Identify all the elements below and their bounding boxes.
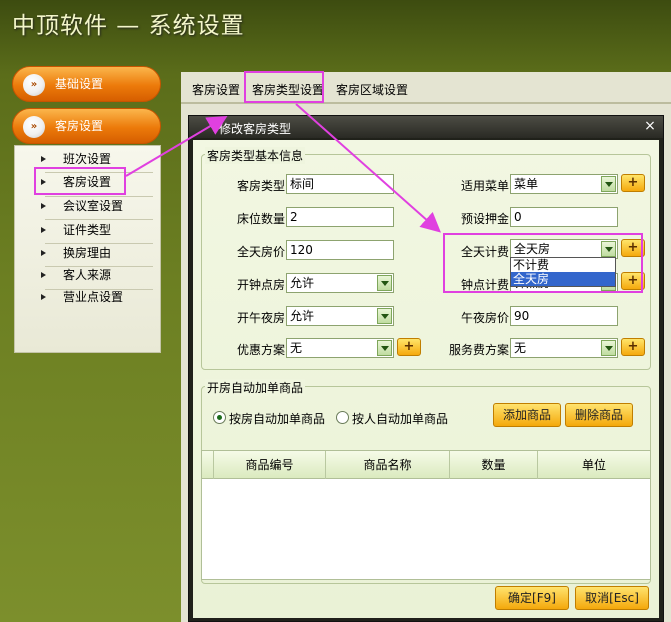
triangle-right-icon	[41, 294, 46, 300]
triangle-right-icon	[41, 272, 46, 278]
table-header: 商品编号 商品名称 数量 单位	[202, 451, 650, 479]
chevron-down-icon[interactable]	[601, 176, 616, 192]
add-discount-button[interactable]: +	[397, 338, 421, 356]
bed-count-label: 床位数量	[236, 212, 285, 226]
full-day-price-label: 全天房价	[236, 245, 285, 259]
column-header[interactable]: 单位	[538, 451, 650, 479]
hourly-room-select[interactable]: 允许	[286, 273, 394, 293]
delete-product-button[interactable]: 删除商品	[565, 403, 633, 427]
auto-add-products-table[interactable]: 商品编号 商品名称 数量 单位	[201, 450, 651, 580]
double-chevron-icon: »	[23, 74, 45, 96]
add-product-button[interactable]: 添加商品	[493, 403, 561, 427]
submenu-label: 营业点设置	[63, 290, 124, 304]
room-type-label: 客房类型	[236, 179, 285, 193]
column-header[interactable]: 数量	[450, 451, 538, 479]
room-type-input[interactable]: 标间	[286, 174, 394, 194]
discount-value: 无	[290, 341, 303, 355]
radio-by-room-label: 按房自动加单商品	[229, 412, 326, 426]
menu-select-value: 菜单	[514, 177, 539, 191]
annotation-box-tab	[244, 71, 324, 103]
service-fee-label: 服务费方案	[448, 343, 509, 357]
bed-count-input[interactable]: 2	[286, 207, 394, 227]
app-title: 中顶软件 — 系统设置	[12, 13, 245, 39]
menu-basic-settings[interactable]: » 基础设置	[12, 66, 161, 102]
full-day-price-input[interactable]: 120	[286, 240, 394, 260]
submenu-label: 换房理由	[63, 246, 112, 260]
dialog-titlebar: 修改客房类型 ×	[189, 116, 663, 138]
hourly-room-value: 允许	[290, 276, 315, 290]
triangle-right-icon	[41, 250, 46, 256]
hourly-room-label: 开钟点房	[236, 278, 285, 292]
discount-label: 优惠方案	[236, 343, 285, 357]
triangle-right-icon	[41, 156, 46, 162]
midnight-price-input[interactable]: 90	[510, 306, 618, 326]
basic-info-group-title: 客房类型基本信息	[205, 147, 306, 164]
midnight-price-label: 午夜房价	[460, 311, 509, 325]
add-service-fee-button[interactable]: +	[621, 338, 645, 356]
submenu-item-room-change-reasons[interactable]: 换房理由	[41, 242, 151, 264]
submenu-item-meeting-rooms[interactable]: 会议室设置	[41, 195, 151, 217]
submenu-label: 会议室设置	[63, 199, 124, 213]
row-selector-header	[202, 451, 214, 479]
column-header[interactable]: 商品编号	[214, 451, 326, 479]
chevron-down-icon[interactable]	[377, 308, 392, 324]
service-fee-value: 无	[514, 341, 527, 355]
midnight-room-label: 开午夜房	[236, 311, 285, 325]
tab-room-settings[interactable]: 客房设置	[192, 78, 240, 102]
submenu-label: 证件类型	[63, 223, 112, 237]
radio-by-person[interactable]	[336, 411, 349, 424]
deposit-label: 预设押金	[460, 212, 509, 226]
dialog-body: 客房类型基本信息 客房类型 标间 适用菜单 菜单 + 床位数量 2 预设押金 0…	[193, 140, 659, 618]
discount-select[interactable]: 无	[286, 338, 394, 358]
midnight-room-value: 允许	[290, 309, 315, 323]
menu-room-settings-label: 客房设置	[55, 119, 104, 133]
menu-room-settings[interactable]: » 客房设置	[12, 108, 161, 144]
submenu-label: 客人来源	[63, 268, 112, 282]
menu-label: 适用菜单	[460, 179, 509, 193]
midnight-room-select[interactable]: 允许	[286, 306, 394, 326]
triangle-right-icon	[41, 227, 46, 233]
chevron-down-icon[interactable]	[377, 275, 392, 291]
tab-room-area-settings[interactable]: 客房区域设置	[336, 78, 408, 102]
chevron-down-icon[interactable]	[377, 340, 392, 356]
menu-basic-settings-label: 基础设置	[55, 77, 104, 91]
auto-add-group-title: 开房自动加单商品	[205, 379, 306, 396]
chevron-down-icon[interactable]	[601, 340, 616, 356]
annotation-box-submenu	[34, 167, 126, 195]
close-icon[interactable]: ×	[643, 118, 657, 134]
ok-button[interactable]: 确定[F9]	[495, 586, 569, 610]
double-chevron-icon: »	[23, 116, 45, 138]
menu-select[interactable]: 菜单	[510, 174, 618, 194]
triangle-right-icon	[41, 203, 46, 209]
submenu-item-id-types[interactable]: 证件类型	[41, 219, 151, 241]
annotation-box-billing	[443, 233, 643, 293]
edit-room-type-dialog: 修改客房类型 × 客房类型基本信息 客房类型 标间 适用菜单 菜单 + 床位数量…	[188, 115, 664, 622]
cancel-button[interactable]: 取消[Esc]	[575, 586, 649, 610]
submenu-item-guest-sources[interactable]: 客人来源	[41, 264, 151, 286]
radio-by-person-label: 按人自动加单商品	[352, 412, 449, 426]
deposit-input[interactable]: 0	[510, 207, 618, 227]
column-header[interactable]: 商品名称	[326, 451, 450, 479]
radio-by-room[interactable]	[213, 411, 226, 424]
add-menu-button[interactable]: +	[621, 174, 645, 192]
submenu-item-outlets[interactable]: 营业点设置	[41, 286, 151, 308]
service-fee-select[interactable]: 无	[510, 338, 618, 358]
dialog-title: 修改客房类型	[219, 122, 292, 136]
